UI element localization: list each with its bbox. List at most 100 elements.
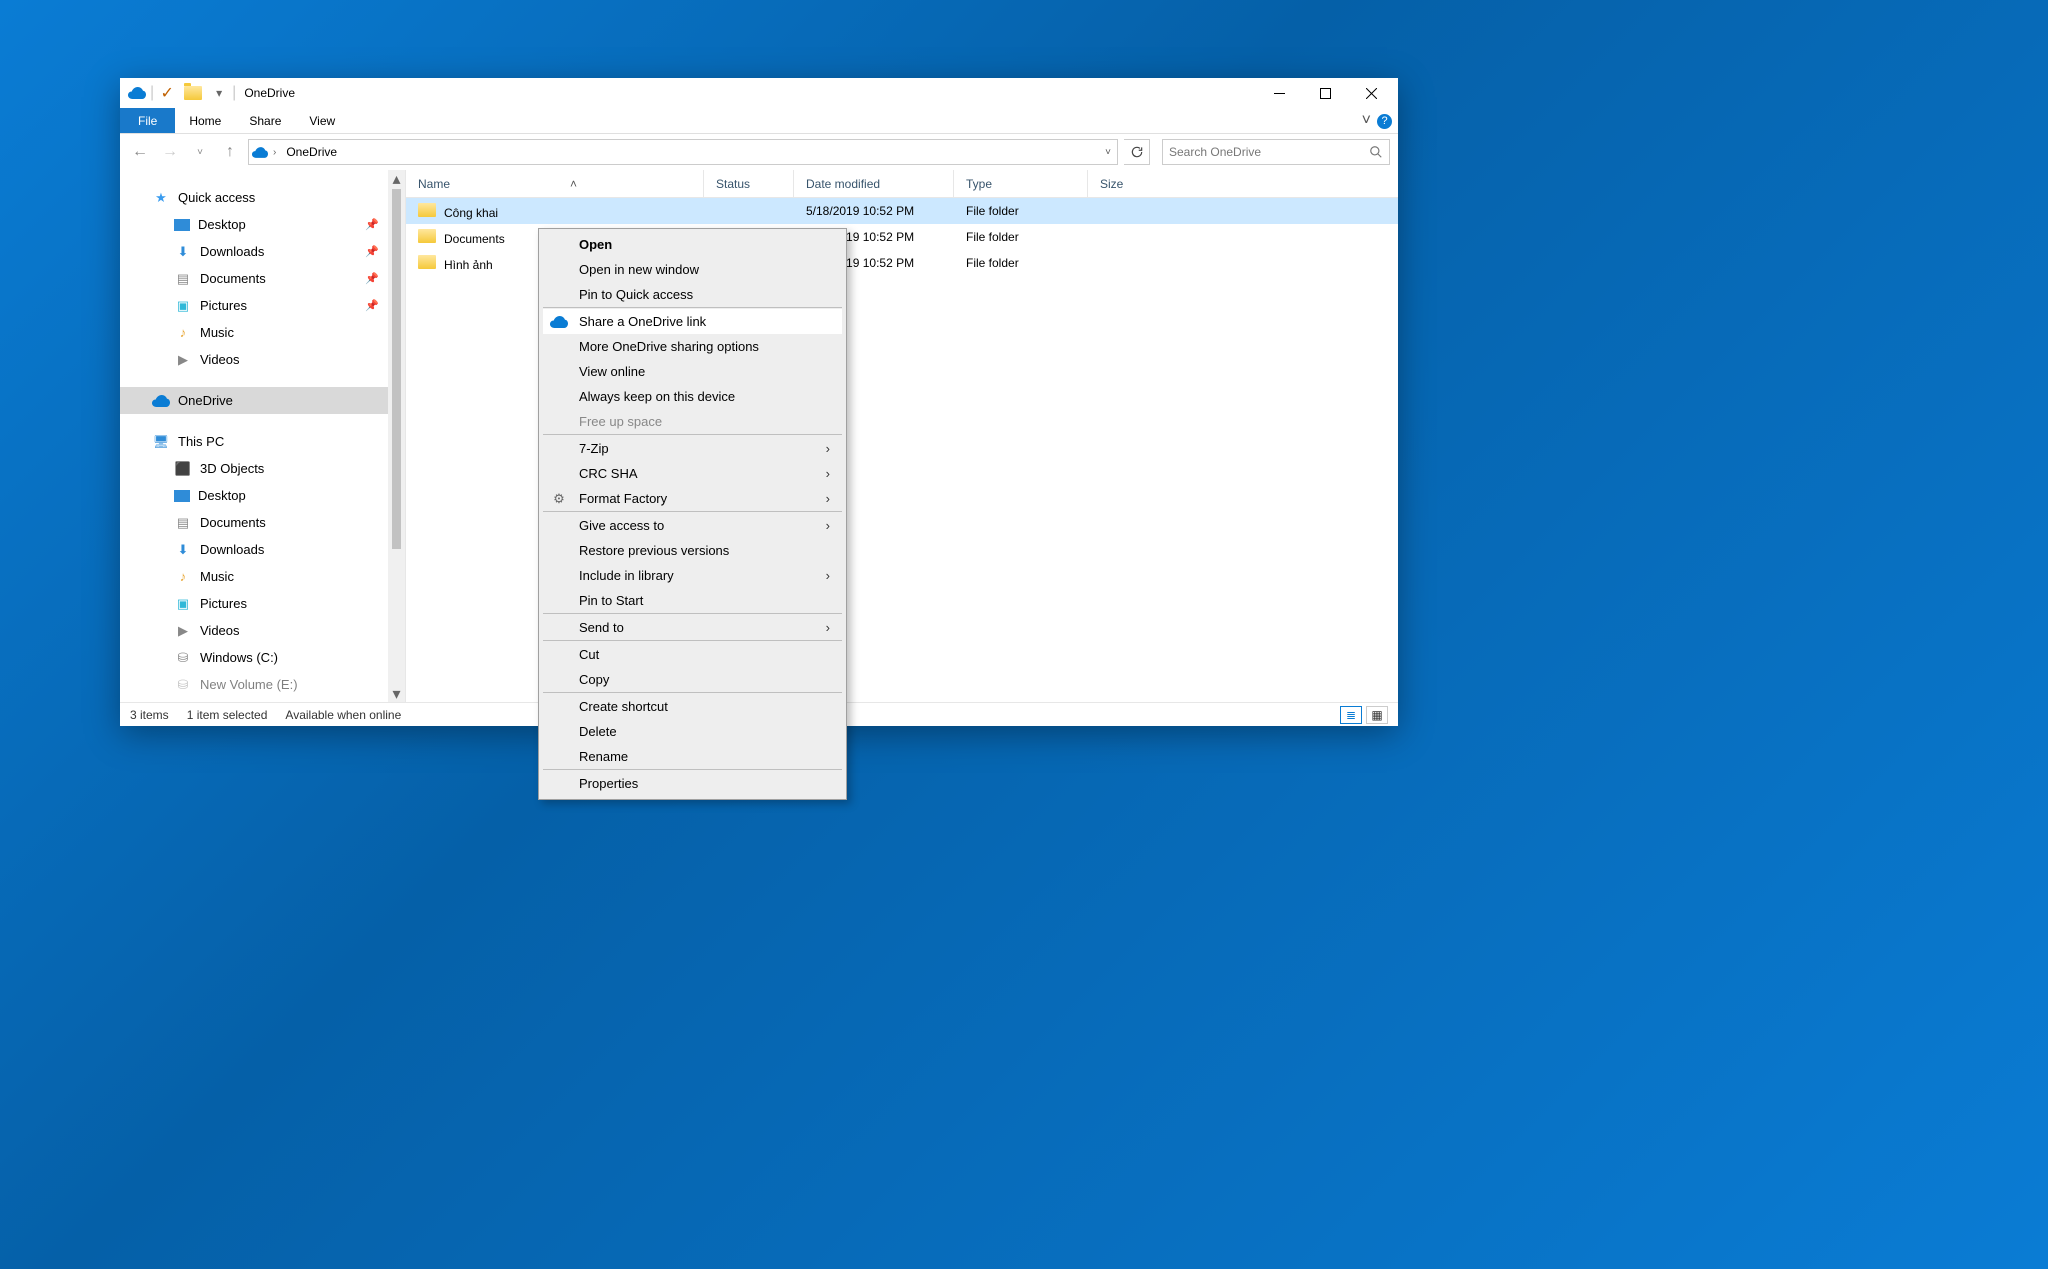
qat-dropdown-icon[interactable]: ▾: [209, 83, 229, 103]
breadcrumb-onedrive[interactable]: OneDrive: [280, 145, 343, 159]
menu-give-access[interactable]: Give access to›: [543, 513, 842, 538]
sidebar-item-music2[interactable]: ♪ Music: [120, 563, 405, 590]
col-name[interactable]: Name˄: [406, 170, 704, 197]
tab-share[interactable]: Share: [235, 108, 295, 133]
sidebar-item-downloads[interactable]: ⬇Downloads📌: [120, 238, 405, 265]
col-status[interactable]: Status: [704, 170, 794, 197]
close-button[interactable]: [1348, 78, 1394, 108]
sidebar-item-pictures2[interactable]: ▣Pictures: [120, 590, 405, 617]
file-name: Công khai: [444, 206, 498, 220]
sidebar-label: Videos: [200, 352, 240, 367]
recent-dropdown-icon[interactable]: ˅: [188, 140, 212, 164]
onedrive-icon: [549, 312, 569, 332]
folder-icon: [418, 229, 436, 243]
menu-rename[interactable]: Rename: [543, 744, 842, 769]
sidebar-item-documents2[interactable]: ▤Documents: [120, 509, 405, 536]
forward-button[interactable]: →: [158, 140, 182, 164]
download-icon: ⬇: [174, 243, 192, 261]
sidebar-label: Videos: [200, 623, 240, 638]
chevron-right-icon: ›: [826, 466, 830, 481]
sidebar-label: 3D Objects: [200, 461, 264, 476]
scroll-up-icon[interactable]: ▴: [388, 170, 405, 187]
maximize-button[interactable]: [1302, 78, 1348, 108]
file-type: File folder: [954, 256, 1088, 270]
sidebar-quick-access[interactable]: ★ Quick access: [120, 184, 405, 211]
pc-icon: 🖥: [152, 433, 170, 451]
tab-view[interactable]: View: [295, 108, 349, 133]
tab-home[interactable]: Home: [175, 108, 235, 133]
menu-properties[interactable]: Properties: [543, 771, 842, 796]
sidebar-item-documents[interactable]: ▤Documents📌: [120, 265, 405, 292]
menu-open[interactable]: Open: [543, 232, 842, 257]
file-row[interactable]: Công khai 5/18/2019 10:52 PM File folder: [406, 198, 1398, 224]
sidebar-onedrive[interactable]: OneDrive: [120, 387, 405, 414]
menu-pin-start[interactable]: Pin to Start: [543, 588, 842, 613]
folder-icon: [418, 255, 436, 269]
thumbnails-view-button[interactable]: ▦: [1366, 706, 1388, 724]
sidebar-item-music[interactable]: ♪Music: [120, 319, 405, 346]
sidebar-label: Music: [200, 569, 234, 584]
menu-restore-versions[interactable]: Restore previous versions: [543, 538, 842, 563]
menu-delete[interactable]: Delete: [543, 719, 842, 744]
menu-pin-quick-access[interactable]: Pin to Quick access: [543, 282, 842, 307]
sidebar-item-pictures[interactable]: ▣Pictures📌: [120, 292, 405, 319]
back-button[interactable]: ←: [128, 140, 152, 164]
file-name: Hình ảnh: [444, 258, 493, 272]
sidebar-this-pc[interactable]: 🖥This PC: [120, 428, 405, 455]
address-dropdown-icon[interactable]: ˅: [1105, 147, 1115, 158]
menu-send-to[interactable]: Send to›: [543, 615, 842, 640]
chevron-right-icon[interactable]: ›: [273, 147, 276, 158]
music-icon: ♪: [174, 324, 192, 342]
menu-copy[interactable]: Copy: [543, 667, 842, 692]
col-size[interactable]: Size: [1088, 170, 1176, 197]
sidebar-label: Documents: [200, 515, 266, 530]
cube-icon: ⬛: [174, 460, 192, 478]
document-icon: ▤: [174, 270, 192, 288]
picture-icon: ▣: [174, 297, 192, 315]
col-type[interactable]: Type: [954, 170, 1088, 197]
sidebar-item-desktop2[interactable]: Desktop: [120, 482, 405, 509]
sidebar-item-desktop[interactable]: Desktop📌: [120, 211, 405, 238]
sidebar-item-videos[interactable]: ▶ Videos: [120, 346, 405, 373]
up-button[interactable]: ↑: [218, 140, 242, 164]
menu-always-keep[interactable]: Always keep on this device: [543, 384, 842, 409]
sidebar-label: Downloads: [200, 244, 264, 259]
scroll-thumb[interactable]: [392, 189, 401, 549]
help-icon[interactable]: ?: [1377, 114, 1392, 129]
refresh-button[interactable]: [1124, 139, 1150, 165]
scroll-down-icon[interactable]: ▾: [388, 685, 405, 702]
menu-include-library[interactable]: Include in library›: [543, 563, 842, 588]
address-bar[interactable]: › OneDrive ˅: [248, 139, 1118, 165]
menu-cut[interactable]: Cut: [543, 642, 842, 667]
title-bar: | ✓ ▾ | OneDrive: [120, 78, 1398, 108]
folder-icon: [183, 83, 203, 103]
sidebar-item-3d[interactable]: ⬛ 3D Objects: [120, 455, 405, 482]
pin-icon: 📌: [365, 299, 379, 312]
star-icon: ★: [152, 189, 170, 207]
menu-7zip[interactable]: 7-Zip›: [543, 436, 842, 461]
video-icon: ▶: [174, 351, 192, 369]
sidebar-scrollbar[interactable]: ▴ ▾: [388, 170, 405, 702]
sidebar-item-videos2[interactable]: ▶Videos: [120, 617, 405, 644]
minimize-button[interactable]: [1256, 78, 1302, 108]
sidebar-item-c-drive[interactable]: ⛁Windows (C:): [120, 644, 405, 671]
ribbon-expand-icon[interactable]: ˅: [1362, 112, 1371, 130]
search-input[interactable]: Search OneDrive: [1162, 139, 1390, 165]
menu-crc-sha[interactable]: CRC SHA›: [543, 461, 842, 486]
tab-file[interactable]: File: [120, 108, 175, 133]
menu-view-online[interactable]: View online: [543, 359, 842, 384]
menu-open-new-window[interactable]: Open in new window: [543, 257, 842, 282]
checkmark-icon[interactable]: ✓: [157, 83, 177, 103]
status-item-count: 3 items: [130, 708, 169, 722]
menu-create-shortcut[interactable]: Create shortcut: [543, 694, 842, 719]
col-date[interactable]: Date modified: [794, 170, 954, 197]
chevron-right-icon: ›: [826, 518, 830, 533]
menu-share-onedrive-link[interactable]: Share a OneDrive link: [543, 309, 842, 334]
music-icon: ♪: [174, 568, 192, 586]
menu-more-onedrive-sharing[interactable]: More OneDrive sharing options: [543, 334, 842, 359]
pin-icon: 📌: [365, 272, 379, 285]
sidebar-item-e-drive[interactable]: ⛁New Volume (E:): [120, 671, 405, 698]
details-view-button[interactable]: ≣: [1340, 706, 1362, 724]
sidebar-item-downloads2[interactable]: ⬇Downloads: [120, 536, 405, 563]
menu-format-factory[interactable]: ⚙Format Factory›: [543, 486, 842, 511]
